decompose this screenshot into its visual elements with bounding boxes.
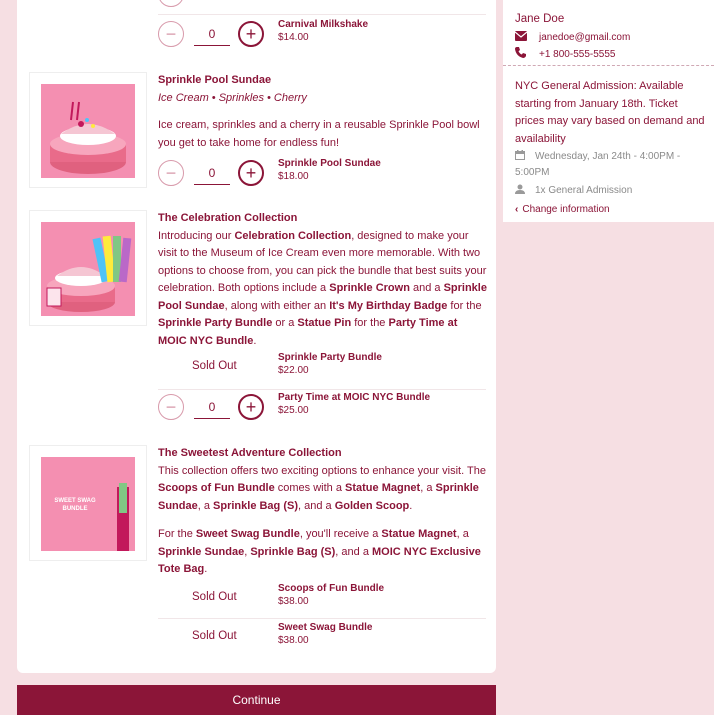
product-title: The Sweetest Adventure Collection (158, 447, 342, 459)
envelope-icon (514, 31, 528, 42)
image-text: SWEET SWAG BUNDLE (54, 498, 96, 512)
phone-row: +1 800-555-5555 (515, 47, 615, 60)
decrement-button[interactable]: − (158, 21, 184, 47)
decrement-button[interactable]: − (158, 0, 184, 7)
option-row: Sold Out Sweet Swag Bundle $38.00 (158, 620, 486, 656)
product-description-2: For the Sweet Swag Bundle, you'll receiv… (158, 528, 481, 575)
option-name: Scoops of Fun Bundle (278, 583, 385, 594)
product-image[interactable] (29, 210, 147, 326)
admission-text: 1x General Admission (535, 185, 633, 196)
product-image[interactable]: SWEET SWAG BUNDLE (29, 445, 147, 561)
order-summary-sidebar: Jane Doe janedoe@gmail.com +1 800-555-55… (503, 0, 714, 222)
tote-item (119, 483, 127, 513)
option-row: − + Party Time at MOIC NYC Bundle $25.00 (158, 390, 486, 426)
decrement-button[interactable]: − (158, 160, 184, 186)
phone-text: +1 800-555-5555 (539, 49, 616, 60)
option-row: Sold Out Sprinkle Party Bundle $22.00 (158, 350, 486, 390)
sold-out-label: Sold Out (192, 360, 237, 372)
product-title: The Celebration Collection (158, 212, 298, 224)
email-text: janedoe@gmail.com (539, 32, 631, 43)
product-title: Sprinkle Pool Sundae (158, 74, 272, 86)
product-info: The Sweetest Adventure Collection This c… (158, 445, 488, 579)
product-description: This collection offers two exciting opti… (158, 464, 486, 512)
option-row: Sold Out Scoops of Fun Bundle $38.00 (158, 581, 486, 619)
quantity-input[interactable] (194, 161, 230, 185)
product-image[interactable] (29, 72, 147, 188)
option-name: Party Time at MOIC NYC Bundle (278, 392, 431, 403)
increment-button[interactable]: + (238, 394, 264, 420)
increment-button[interactable]: + (238, 160, 264, 186)
product-info: The Celebration Collection Introducing o… (158, 210, 488, 350)
option-price: $38.00 (278, 635, 309, 646)
change-information-link[interactable]: ‹ Change information (515, 204, 610, 215)
option-price: $38.00 (278, 596, 309, 607)
sweet-swag-image: SWEET SWAG BUNDLE (41, 457, 135, 551)
email-row: janedoe@gmail.com (514, 31, 631, 43)
decrement-button[interactable]: − (158, 394, 184, 420)
quantity-input[interactable] (194, 22, 230, 46)
option-price: $22.00 (278, 365, 309, 376)
product-description: Introducing our Celebration Collection, … (158, 229, 487, 347)
option-row-top-partial: − (158, 0, 486, 15)
product-info: Sprinkle Pool Sundae Ice Cream • Sprinkl… (158, 72, 488, 152)
event-details: NYC General Admission: Available startin… (515, 78, 709, 200)
option-price: $18.00 (278, 171, 309, 182)
quantity-input[interactable] (194, 395, 230, 419)
option-row: − + Sprinkle Pool Sundae $18.00 (158, 156, 486, 192)
option-name: Sweet Swag Bundle (278, 622, 373, 633)
option-name: Sprinkle Pool Sundae (278, 158, 381, 169)
phone-icon (515, 47, 527, 58)
continue-button[interactable]: Continue (17, 685, 496, 715)
sold-out-label: Sold Out (192, 630, 237, 642)
admission-row: 1x General Admission (515, 182, 709, 200)
change-information-label: Change information (522, 204, 610, 215)
calendar-icon (515, 150, 525, 160)
sold-out-label: Sold Out (192, 591, 237, 603)
option-row: − + Carnival Milkshake $14.00 (158, 17, 486, 53)
product-subtitle: Ice Cream • Sprinkles • Cherry (158, 91, 307, 104)
person-icon (515, 183, 525, 194)
option-name: Carnival Milkshake (278, 19, 369, 30)
product-description: Ice cream, sprinkles and a cherry in a r… (158, 119, 480, 149)
product-list: − − + Carnival Milkshake $14.00 (17, 0, 496, 673)
chevron-left-icon: ‹ (515, 204, 519, 215)
option-name: Sprinkle Party Bundle (278, 352, 382, 363)
dashed-divider (503, 65, 714, 66)
event-date: Wednesday, Jan 24th - 4:00PM - 5:00PM (515, 149, 709, 181)
sundae-image (41, 84, 135, 178)
increment-button[interactable]: + (238, 21, 264, 47)
event-description: NYC General Admission: Available startin… (515, 80, 705, 145)
option-price: $14.00 (278, 32, 309, 43)
customer-name: Jane Doe (515, 13, 565, 25)
event-date-text: Wednesday, Jan 24th - 4:00PM - 5:00PM (515, 151, 681, 178)
celebration-image (41, 222, 135, 316)
option-price: $25.00 (278, 405, 309, 416)
